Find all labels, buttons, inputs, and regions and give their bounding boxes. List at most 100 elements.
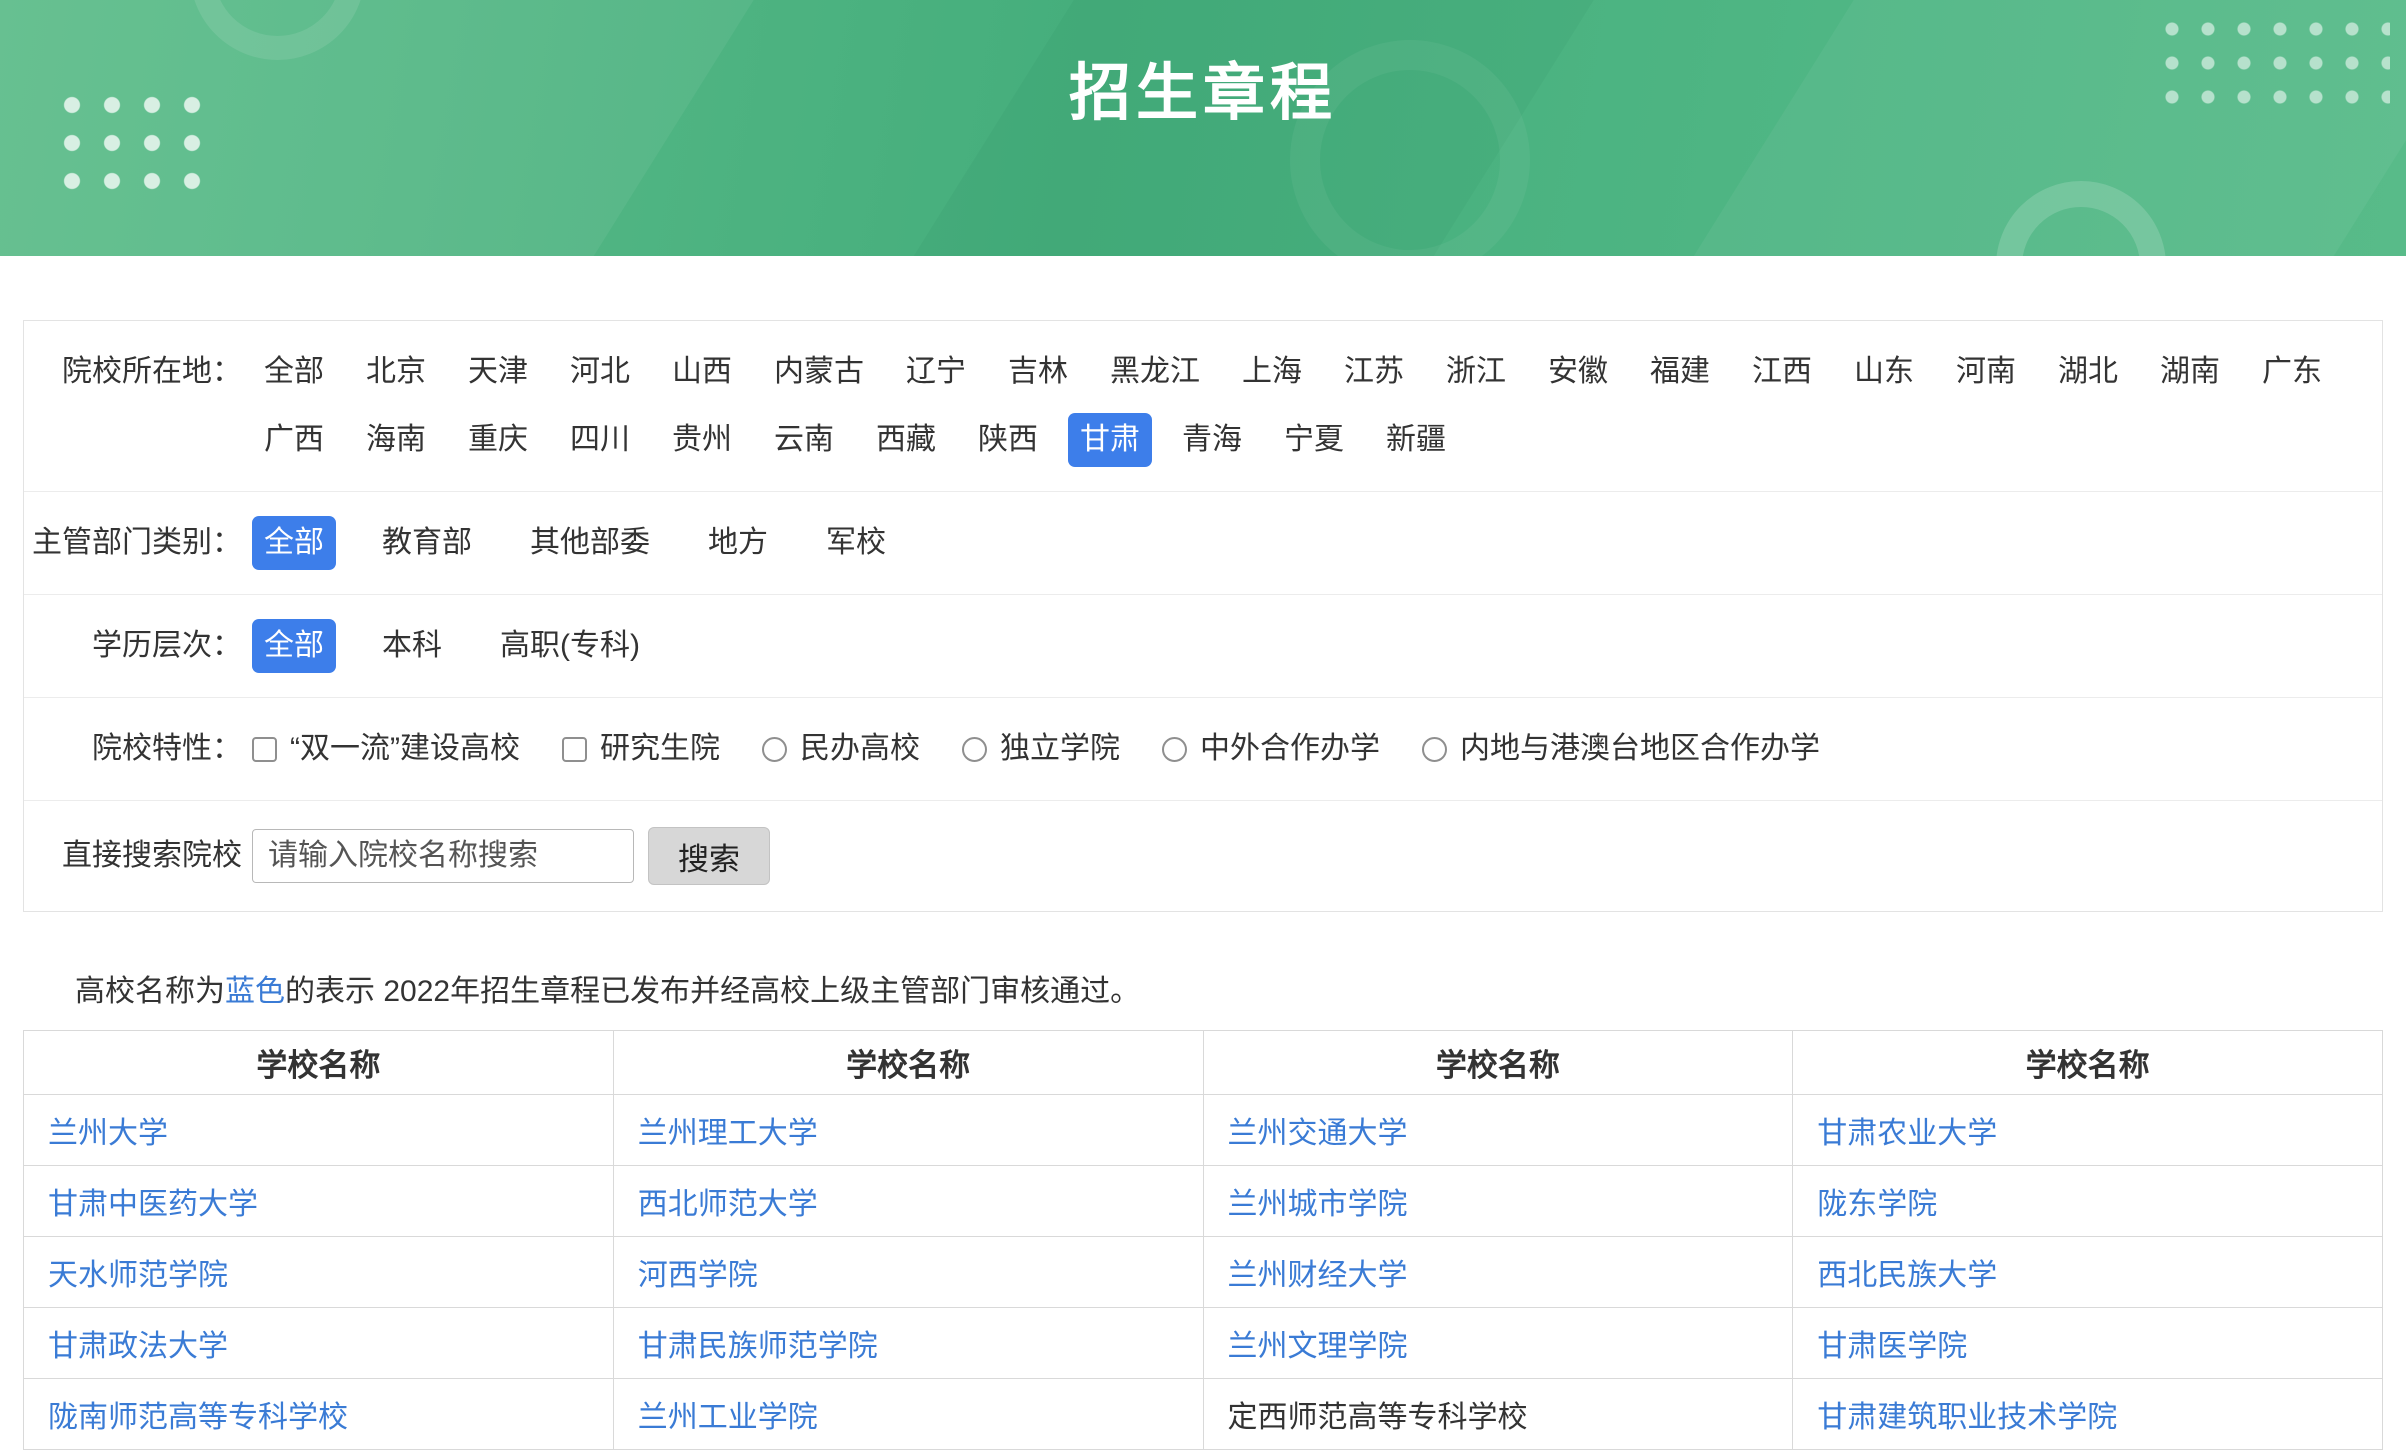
feature-option[interactable]: 中外合作办学 [1162, 722, 1380, 776]
table-row: 兰州大学 兰州理工大学 兰州交通大学 甘肃农业大学 [24, 1095, 2383, 1166]
search-input[interactable] [252, 829, 634, 883]
location-option[interactable]: 安徽 [1536, 345, 1620, 399]
filter-label-location: 院校所在地： [24, 345, 242, 399]
school-link[interactable]: 兰州城市学院 [1228, 1188, 1408, 1221]
school-cell: 兰州财经大学 [1203, 1237, 1793, 1308]
location-option[interactable]: 北京 [354, 345, 438, 399]
location-option[interactable]: 江西 [1740, 345, 1824, 399]
location-option[interactable]: 广东 [2250, 345, 2334, 399]
location-option[interactable]: 海南 [354, 413, 438, 467]
school-link[interactable]: 兰州财经大学 [1228, 1259, 1408, 1292]
school-link[interactable]: 天水师范学院 [48, 1259, 228, 1292]
school-cell: 陇东学院 [1793, 1166, 2383, 1237]
school-link[interactable]: 甘肃中医药大学 [48, 1188, 258, 1221]
column-header: 学校名称 [613, 1031, 1203, 1095]
location-option[interactable]: 四川 [558, 413, 642, 467]
department-option[interactable]: 军校 [814, 516, 898, 570]
school-link[interactable]: 兰州文理学院 [1228, 1330, 1408, 1363]
location-option[interactable]: 山西 [660, 345, 744, 399]
level-option[interactable]: 高职(专科) [488, 619, 652, 673]
location-option[interactable]: 青海 [1170, 413, 1254, 467]
school-link[interactable]: 甘肃医学院 [1817, 1330, 1967, 1363]
location-option[interactable]: 广西 [252, 413, 336, 467]
location-option[interactable]: 山东 [1842, 345, 1926, 399]
location-option[interactable]: 辽宁 [894, 345, 978, 399]
school-cell: 陇南师范高等专科学校 [24, 1379, 614, 1450]
feature-label: 独立学院 [1000, 722, 1120, 776]
location-option[interactable]: 贵州 [660, 413, 744, 467]
location-option[interactable]: 天津 [456, 345, 540, 399]
location-options-row1: 全部北京天津河北山西内蒙古辽宁吉林黑龙江上海江苏浙江安徽福建江西山东河南湖北湖南… [252, 345, 2382, 399]
location-option[interactable]: 内蒙古 [762, 345, 876, 399]
filter-row-features: 院校特性： “双一流”建设高校研究生院民办高校独立学院中外合作办学内地与港澳台地… [24, 698, 2382, 801]
school-link[interactable]: 陇东学院 [1817, 1188, 1937, 1221]
school-link[interactable]: 兰州理工大学 [638, 1117, 818, 1150]
filter-row-search: 直接搜索院校 搜索 [24, 801, 2382, 911]
feature-option[interactable]: “双一流”建设高校 [252, 722, 520, 776]
location-option[interactable]: 江苏 [1332, 345, 1416, 399]
location-option[interactable]: 西藏 [864, 413, 948, 467]
location-option[interactable]: 湖北 [2046, 345, 2130, 399]
location-option[interactable]: 湖南 [2148, 345, 2232, 399]
column-header: 学校名称 [1793, 1031, 2383, 1095]
school-link[interactable]: 兰州交通大学 [1228, 1117, 1408, 1150]
location-option[interactable]: 河北 [558, 345, 642, 399]
department-option[interactable]: 其他部委 [518, 516, 662, 570]
school-cell: 兰州交通大学 [1203, 1095, 1793, 1166]
level-option-selected[interactable]: 全部 [252, 619, 336, 673]
checkbox-icon[interactable] [252, 737, 277, 762]
location-option[interactable]: 福建 [1638, 345, 1722, 399]
school-cell: 甘肃农业大学 [1793, 1095, 2383, 1166]
table-row: 天水师范学院 河西学院 兰州财经大学 西北民族大学 [24, 1237, 2383, 1308]
location-option[interactable]: 新疆 [1374, 413, 1458, 467]
feature-option[interactable]: 内地与港澳台地区合作办学 [1422, 722, 1820, 776]
filter-label-search: 直接搜索院校 [24, 829, 242, 883]
filter-label-department: 主管部门类别： [24, 516, 242, 570]
department-option-selected[interactable]: 全部 [252, 516, 336, 570]
school-link[interactable]: 河西学院 [638, 1259, 758, 1292]
location-option[interactable]: 吉林 [996, 345, 1080, 399]
department-option[interactable]: 地方 [696, 516, 780, 570]
school-link[interactable]: 甘肃政法大学 [48, 1330, 228, 1363]
location-option-selected[interactable]: 甘肃 [1068, 413, 1152, 467]
radio-icon[interactable] [1422, 737, 1447, 762]
school-cell: 兰州工业学院 [613, 1379, 1203, 1450]
checkbox-icon[interactable] [562, 737, 587, 762]
location-option[interactable]: 上海 [1230, 345, 1314, 399]
school-link[interactable]: 甘肃民族师范学院 [638, 1330, 878, 1363]
department-options: 全部教育部其他部委地方军校 [242, 516, 2382, 570]
school-link[interactable]: 西北师范大学 [638, 1188, 818, 1221]
radio-icon[interactable] [762, 737, 787, 762]
location-option[interactable]: 黑龙江 [1098, 345, 1212, 399]
note-prefix: 高校名称为 [75, 975, 225, 1008]
column-header: 学校名称 [24, 1031, 614, 1095]
school-cell: 甘肃民族师范学院 [613, 1308, 1203, 1379]
location-option[interactable]: 浙江 [1434, 345, 1518, 399]
school-cell: 甘肃建筑职业技术学院 [1793, 1379, 2383, 1450]
radio-icon[interactable] [1162, 737, 1187, 762]
school-link[interactable]: 西北民族大学 [1817, 1259, 1997, 1292]
radio-icon[interactable] [962, 737, 987, 762]
location-option[interactable]: 陕西 [966, 413, 1050, 467]
filter-row-location: 院校所在地： 全部北京天津河北山西内蒙古辽宁吉林黑龙江上海江苏浙江安徽福建江西山… [24, 321, 2382, 492]
location-option[interactable]: 全部 [252, 345, 336, 399]
location-option[interactable]: 宁夏 [1272, 413, 1356, 467]
location-option[interactable]: 河南 [1944, 345, 2028, 399]
location-options-row2: 广西海南重庆四川贵州云南西藏陕西甘肃青海宁夏新疆 [252, 413, 2382, 467]
department-option[interactable]: 教育部 [370, 516, 484, 570]
school-cell: 兰州大学 [24, 1095, 614, 1166]
location-option[interactable]: 云南 [762, 413, 846, 467]
feature-option[interactable]: 独立学院 [962, 722, 1120, 776]
school-cell: 兰州理工大学 [613, 1095, 1203, 1166]
location-options: 全部北京天津河北山西内蒙古辽宁吉林黑龙江上海江苏浙江安徽福建江西山东河南湖北湖南… [242, 345, 2382, 467]
note-suffix: 的表示 2022年招生章程已发布并经高校上级主管部门审核通过。 [285, 975, 1140, 1008]
search-button[interactable]: 搜索 [648, 827, 770, 885]
school-cell: 甘肃医学院 [1793, 1308, 2383, 1379]
feature-option[interactable]: 研究生院 [562, 722, 720, 776]
feature-option[interactable]: 民办高校 [762, 722, 920, 776]
location-option[interactable]: 重庆 [456, 413, 540, 467]
level-option[interactable]: 本科 [370, 619, 454, 673]
school-link[interactable]: 兰州大学 [48, 1117, 168, 1150]
school-link[interactable]: 甘肃农业大学 [1817, 1117, 1997, 1150]
filter-panel: 院校所在地： 全部北京天津河北山西内蒙古辽宁吉林黑龙江上海江苏浙江安徽福建江西山… [23, 320, 2383, 912]
